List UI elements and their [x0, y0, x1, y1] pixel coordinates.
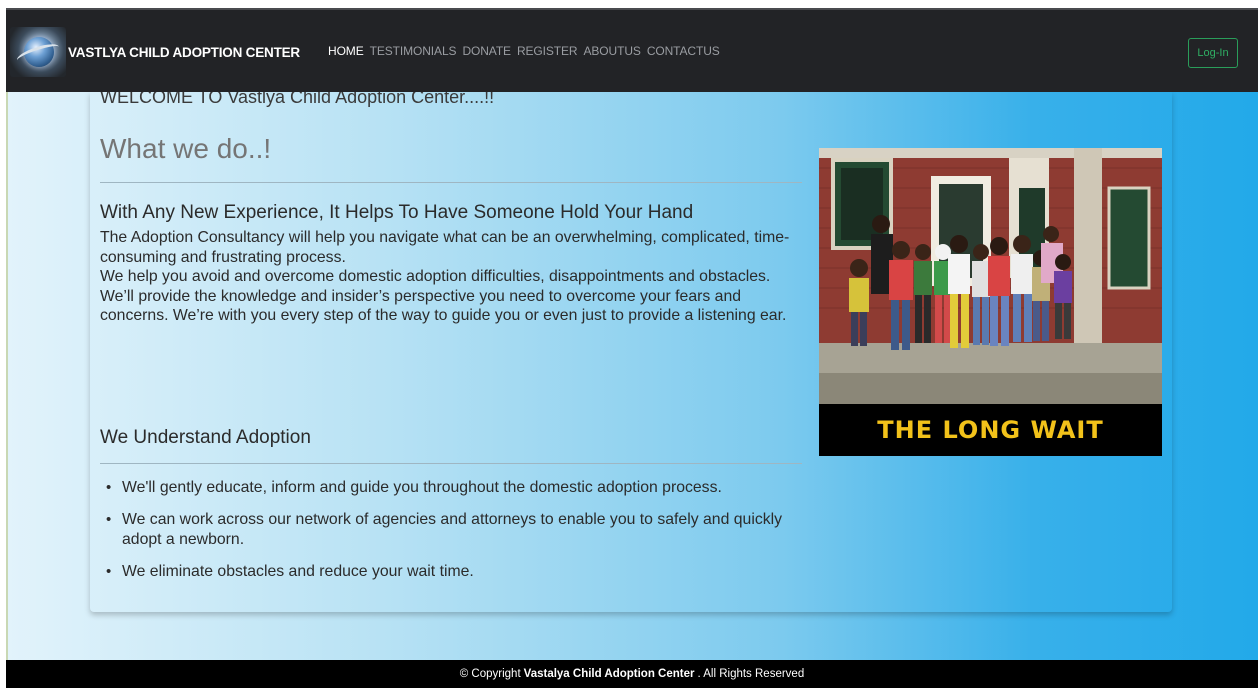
- nav-item-donate[interactable]: DONATE: [462, 44, 511, 58]
- section-title: What we do..!: [100, 133, 272, 164]
- photo-caption: THE LONG WAIT: [819, 404, 1162, 456]
- paragraph: We’ll provide the knowledge and insider’…: [100, 287, 787, 325]
- left-edge: [6, 92, 8, 662]
- divider: [100, 463, 802, 464]
- footer-suffix: . All Rights Reserved: [697, 668, 805, 680]
- photo-illustration: [819, 148, 1162, 404]
- subheading-understand: We Understand Adoption: [100, 427, 311, 448]
- list-item: We eliminate obstacles and reduce your w…: [102, 562, 802, 582]
- brand-name[interactable]: VASTLYA CHILD ADOPTION CENTER: [68, 45, 300, 60]
- divider: [100, 182, 802, 183]
- paragraph: The Adoption Consultancy will help you n…: [100, 229, 790, 266]
- intro-paragraphs: The Adoption Consultancy will help you n…: [100, 228, 805, 326]
- nav-item-testimonials[interactable]: TESTIMONIALS: [370, 44, 457, 58]
- nav-item-home[interactable]: HOME: [328, 44, 364, 58]
- subheading: With Any New Experience, It Helps To Hav…: [100, 202, 694, 223]
- page: WELCOME TO Vastlya Child Adoption Center…: [6, 8, 1258, 688]
- navbar: VASTLYA CHILD ADOPTION CENTER HOME TESTI…: [6, 8, 1258, 92]
- nav-menu: HOME TESTIMONIALS DONATE REGISTER ABOUTU…: [328, 44, 720, 58]
- nav-item-contactus[interactable]: CONTACTUS: [647, 44, 720, 58]
- nav-item-aboutus[interactable]: ABOUTUS: [584, 44, 641, 58]
- nav-item-register[interactable]: REGISTER: [517, 44, 578, 58]
- list-item: We'll gently educate, inform and guide y…: [102, 478, 802, 498]
- footer-org: Vastalya Child Adoption Center: [523, 668, 695, 680]
- login-button[interactable]: Log-In: [1188, 38, 1238, 68]
- children-photo: THE LONG WAIT: [819, 148, 1162, 456]
- benefit-list: We'll gently educate, inform and guide y…: [102, 478, 802, 594]
- footer-prefix: © Copyright: [459, 668, 521, 680]
- footer: © Copyright Vastalya Child Adoption Cent…: [6, 660, 1258, 688]
- brand-logo-icon[interactable]: [10, 27, 66, 77]
- paragraph: We help you avoid and overcome domestic …: [100, 268, 771, 286]
- list-item: We can work across our network of agenci…: [102, 510, 802, 550]
